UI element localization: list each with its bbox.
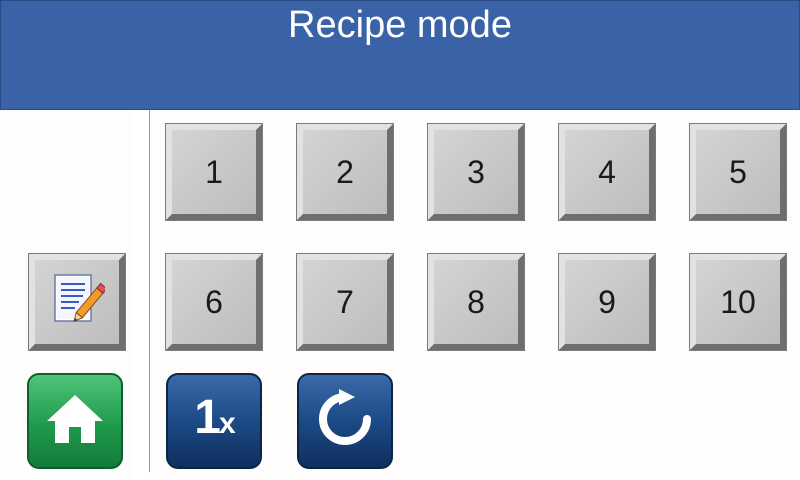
recipe-button-8[interactable]: 8 bbox=[427, 253, 525, 351]
panel-divider bbox=[149, 110, 150, 472]
recipe-button-6[interactable]: 6 bbox=[165, 253, 263, 351]
run-once-button[interactable]: 1x bbox=[166, 373, 262, 469]
recipe-button-10[interactable]: 10 bbox=[689, 253, 787, 351]
home-icon bbox=[43, 389, 107, 454]
reload-button[interactable] bbox=[297, 373, 393, 469]
recipe-button-7[interactable]: 7 bbox=[296, 253, 394, 351]
recipe-button-2[interactable]: 2 bbox=[296, 123, 394, 221]
home-button[interactable] bbox=[27, 373, 123, 469]
run-once-label: 1x bbox=[194, 391, 235, 444]
header-bar: Recipe mode bbox=[0, 0, 800, 110]
recipe-button-4[interactable]: 4 bbox=[558, 123, 656, 221]
edit-recipe-button[interactable] bbox=[28, 253, 126, 351]
recipe-button-3[interactable]: 3 bbox=[427, 123, 525, 221]
recipe-button-9[interactable]: 9 bbox=[558, 253, 656, 351]
page-title: Recipe mode bbox=[288, 4, 512, 46]
edit-document-icon bbox=[49, 272, 108, 333]
recipe-button-5[interactable]: 5 bbox=[689, 123, 787, 221]
reload-icon bbox=[313, 387, 377, 456]
recipe-button-1[interactable]: 1 bbox=[165, 123, 263, 221]
